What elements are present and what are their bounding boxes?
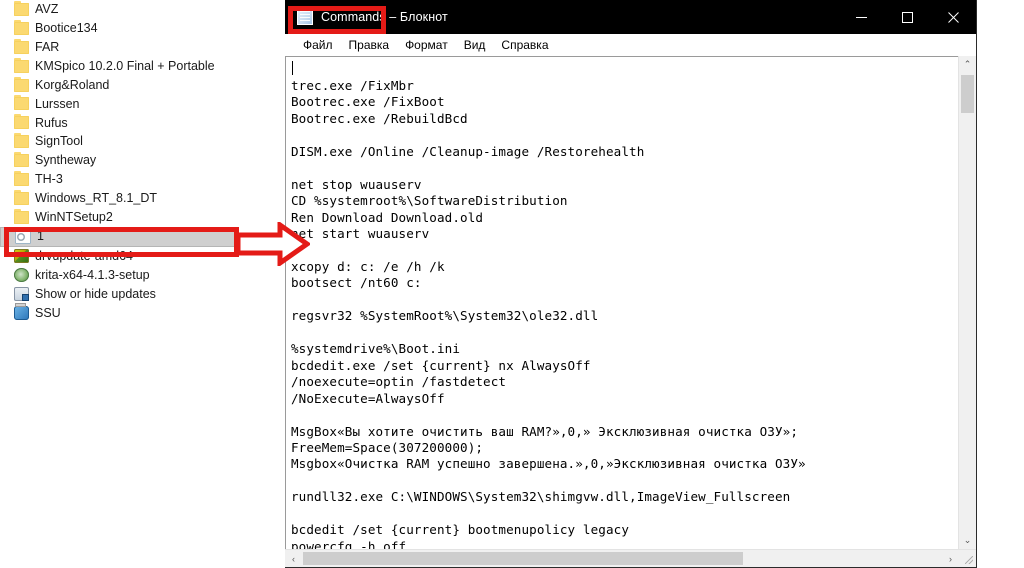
troubleshooter-icon — [14, 286, 29, 301]
menu-item-file[interactable]: Файл — [295, 39, 341, 51]
minimize-button[interactable] — [838, 0, 884, 34]
menu-item-view[interactable]: Вид — [456, 39, 494, 51]
list-item-label: Rufus — [35, 115, 68, 130]
horizontal-scroll-thumb[interactable] — [303, 552, 743, 565]
list-item-label: FAR — [35, 39, 60, 54]
text-editor[interactable]: trec.exe /FixMbr Bootrec.exe /FixBoot Bo… — [285, 56, 958, 549]
notepad-window: Commands – Блокнот Файл Правка Формат Ви… — [285, 0, 977, 568]
maximize-button[interactable] — [884, 0, 930, 34]
window-title-app: Блокнот — [399, 10, 448, 24]
vertical-scrollbar[interactable]: ⌃ ⌄ — [958, 56, 976, 549]
list-item[interactable]: Syntheway — [0, 151, 285, 170]
list-item[interactable]: SignTool — [0, 132, 285, 151]
menu-item-edit[interactable]: Правка — [341, 39, 398, 51]
list-item[interactable]: Rufus — [0, 113, 285, 132]
horizontal-scrollbar[interactable]: ‹ › — [285, 550, 959, 567]
scroll-right-button[interactable]: › — [942, 550, 959, 567]
list-item-label: TH-3 — [35, 172, 63, 187]
list-item[interactable]: TH-3 — [0, 170, 285, 189]
folder-icon — [14, 208, 29, 224]
menu-item-help[interactable]: Справка — [493, 39, 556, 51]
folder-icon — [14, 170, 29, 186]
explorer-file-list[interactable]: AVZ Bootice134 FAR KMSpico 10.2.0 Final … — [0, 0, 285, 568]
list-item[interactable]: SSU — [0, 302, 285, 322]
menu-item-format[interactable]: Формат — [397, 39, 456, 51]
folder-icon — [14, 189, 29, 205]
folder-icon — [14, 152, 29, 168]
folder-icon — [14, 95, 29, 111]
list-item[interactable]: AVZ — [0, 0, 285, 19]
vertical-scroll-thumb[interactable] — [961, 75, 974, 113]
list-item[interactable]: FAR — [0, 38, 285, 57]
annotation-rect-file-item — [4, 227, 239, 257]
folder-icon — [14, 38, 29, 54]
window-controls — [838, 0, 976, 34]
list-item-label: WinNTSetup2 — [35, 209, 113, 224]
horizontal-scrollbar-row: ‹ › — [285, 549, 976, 567]
list-item-label: AVZ — [35, 2, 59, 17]
list-item-label: Syntheway — [35, 153, 97, 168]
list-item[interactable]: Lurssen — [0, 94, 285, 113]
folder-icon — [14, 114, 29, 130]
folder-icon — [14, 76, 29, 92]
editor-content: trec.exe /FixMbr Bootrec.exe /FixBoot Bo… — [291, 78, 806, 549]
vertical-scroll-track[interactable] — [959, 73, 976, 532]
list-item-label: krita-x64-4.1.3-setup — [35, 267, 150, 282]
list-item[interactable]: Bootice134 — [0, 19, 285, 38]
list-item-label: Bootice134 — [35, 21, 98, 36]
titlebar[interactable]: Commands – Блокнот — [285, 0, 976, 34]
list-item[interactable]: krita-x64-4.1.3-setup — [0, 266, 285, 285]
close-button[interactable] — [930, 0, 976, 34]
list-item[interactable]: Korg&Roland — [0, 76, 285, 95]
krita-icon — [14, 268, 29, 283]
scroll-left-button[interactable]: ‹ — [285, 550, 302, 567]
resize-grip[interactable] — [959, 550, 976, 567]
folder-icon — [14, 19, 29, 35]
list-item-label: Lurssen — [35, 96, 80, 111]
list-item-label: SignTool — [35, 134, 83, 149]
folder-icon — [14, 133, 29, 149]
scroll-down-button[interactable]: ⌄ — [959, 532, 976, 549]
menubar: Файл Правка Формат Вид Справка — [285, 34, 976, 55]
minimize-icon — [855, 16, 867, 18]
list-item-label: KMSpico 10.2.0 Final + Portable — [35, 58, 215, 73]
update-icon — [14, 302, 29, 320]
text-caret — [292, 61, 293, 75]
arrow-right-icon — [235, 220, 312, 268]
editor-area: trec.exe /FixMbr Bootrec.exe /FixBoot Bo… — [285, 55, 976, 549]
scroll-up-button[interactable]: ⌃ — [959, 56, 976, 73]
list-item-label: Korg&Roland — [35, 77, 110, 92]
annotation-arrow-icon — [235, 220, 312, 268]
window-title-separator: – — [385, 10, 400, 24]
list-item-label: SSU — [35, 305, 61, 320]
annotation-rect-window-title — [288, 6, 386, 34]
list-item-label: Windows_RT_8.1_DT — [35, 191, 158, 206]
list-item[interactable]: Show or hide updates — [0, 284, 285, 303]
list-item[interactable]: KMSpico 10.2.0 Final + Portable — [0, 57, 285, 76]
list-item-label: Show or hide updates — [35, 286, 156, 301]
folder-icon — [14, 0, 29, 16]
maximize-icon — [901, 11, 913, 23]
list-item[interactable]: Windows_RT_8.1_DT — [0, 189, 285, 208]
folder-icon — [14, 57, 29, 73]
close-icon — [947, 11, 959, 23]
